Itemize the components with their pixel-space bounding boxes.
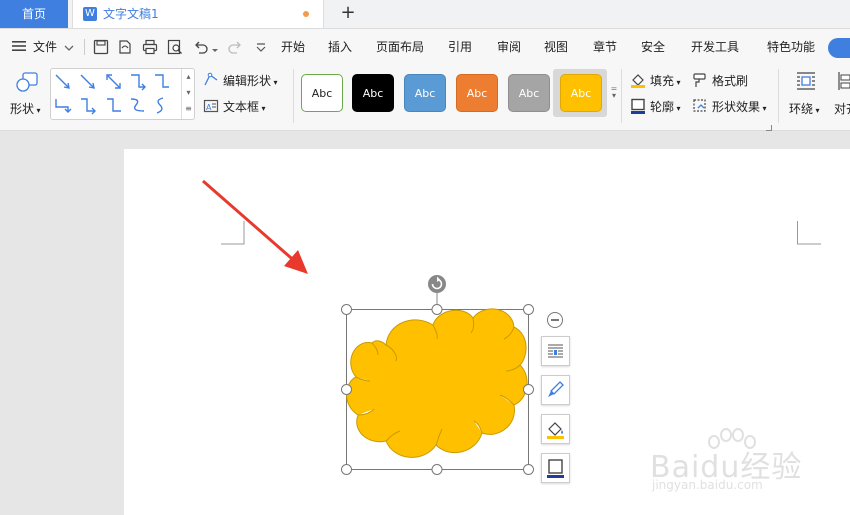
dialog-launcher-icon[interactable] — [766, 120, 772, 131]
shape-button[interactable]: 形状 ▾ — [10, 100, 41, 117]
more-styles-icon[interactable]: = ▾ — [609, 85, 619, 100]
dropdown-arrow-icon: ▾ — [271, 78, 278, 87]
resize-handle[interactable] — [523, 464, 534, 475]
layout-options-icon[interactable] — [541, 336, 570, 366]
writer-doc-icon: W — [83, 7, 97, 21]
shape-style-brush-icon[interactable] — [541, 375, 570, 405]
export-pdf-icon[interactable] — [117, 39, 133, 55]
menu-item-section[interactable]: 章节 — [593, 29, 617, 65]
edit-shape-icon[interactable] — [203, 72, 219, 88]
shape-style-swatch[interactable]: Abc — [404, 74, 446, 112]
undo-icon[interactable] — [193, 39, 209, 55]
divider — [778, 69, 779, 123]
file-menu[interactable]: 文件 — [33, 29, 57, 65]
save-icon[interactable] — [93, 39, 109, 55]
shape-style-swatch[interactable]: Abc — [456, 74, 498, 112]
cloud-body[interactable] — [346, 308, 528, 458]
drawing-tools-tab-button[interactable] — [828, 38, 850, 58]
outline-label: 轮廓 — [650, 100, 675, 114]
shape-effect-button[interactable]: 形状效果 ▾ — [712, 98, 767, 115]
divider — [621, 69, 622, 123]
resize-handle[interactable] — [431, 304, 443, 315]
shape-outline-icon[interactable] — [541, 453, 570, 483]
dropdown-arrow-icon: ▾ — [674, 78, 681, 87]
menu-item-view[interactable]: 视图 — [544, 29, 568, 65]
print-preview-icon[interactable] — [167, 39, 183, 55]
menu-item-developer[interactable]: 开发工具 — [691, 29, 739, 65]
fill-bucket-icon[interactable] — [630, 72, 646, 88]
shape-style-swatch[interactable]: Abc — [301, 74, 343, 112]
baidu-watermark-logo: Baidu经验 jingyan.baidu.com — [650, 428, 820, 498]
tab-document[interactable]: W 文字文稿1 — [72, 0, 324, 28]
menu-item-security[interactable]: 安全 — [641, 29, 665, 65]
resize-handle[interactable] — [431, 464, 443, 475]
svg-text:A: A — [206, 103, 212, 112]
collapse-toolbar-icon[interactable] — [546, 311, 564, 329]
resize-handle[interactable] — [523, 384, 534, 395]
fill-button[interactable]: 填充 ▾ — [650, 72, 681, 89]
shape-style-swatch-selected[interactable]: Abc — [560, 74, 602, 112]
resize-handle[interactable] — [341, 384, 352, 395]
resize-handle[interactable] — [341, 464, 352, 475]
gallery-scroll[interactable]: ▴ ▾ ≡ — [181, 69, 195, 119]
edit-shape-button[interactable]: 编辑形状 ▾ — [223, 72, 278, 89]
document-title: 文字文稿1 — [103, 7, 159, 21]
chevron-down-icon[interactable] — [64, 42, 74, 52]
text-wrap-icon[interactable] — [795, 70, 817, 92]
redo-icon[interactable] — [227, 39, 243, 55]
line-shape-gallery[interactable]: ▴ ▾ ≡ — [50, 68, 195, 120]
edit-shape-label: 编辑形状 — [223, 74, 272, 88]
divider — [84, 39, 85, 55]
align-button[interactable]: 对齐 — [834, 100, 850, 117]
textbox-label: 文本框 — [223, 100, 260, 114]
shape-icon[interactable] — [14, 71, 40, 93]
connector-lines-icon — [55, 74, 169, 115]
menu-item-page-layout[interactable]: 页面布局 — [376, 29, 424, 65]
wrap-button[interactable]: 环绕 ▾ — [789, 100, 820, 117]
menu-item-special-features[interactable]: 特色功能 — [767, 29, 815, 65]
customize-toolbar-icon[interactable] — [255, 41, 267, 53]
ribbon-toolbar: 形状 ▾ ▴ ▾ ≡ 编辑形状 ▾ A 文本框 ▾ Abc Abc Abc Ab… — [0, 63, 850, 131]
red-pointer-arrow — [200, 178, 312, 278]
format-painter-icon[interactable] — [692, 72, 708, 88]
dropdown-arrow-icon: ▾ — [34, 106, 41, 115]
undo-dropdown-icon[interactable] — [211, 44, 219, 52]
dropdown-arrow-icon: ▾ — [760, 104, 767, 113]
outline-button[interactable]: 轮廓 ▾ — [650, 98, 681, 115]
shape-label: 形状 — [10, 102, 35, 116]
dropdown-arrow-icon: ▾ — [259, 104, 266, 113]
new-tab-button[interactable]: + — [338, 3, 358, 23]
dropdown-arrow-icon: ▾ — [813, 106, 820, 115]
shape-fill-icon[interactable] — [541, 414, 570, 444]
rotate-handle-icon[interactable] — [428, 275, 446, 293]
menu-item-review[interactable]: 审阅 — [497, 29, 521, 65]
menu-item-references[interactable]: 引用 — [448, 29, 472, 65]
outline-icon[interactable] — [630, 98, 646, 114]
shape-effect-label: 形状效果 — [712, 100, 761, 114]
dropdown-arrow-icon: ▾ — [674, 104, 681, 113]
tab-home[interactable]: 首页 — [0, 0, 68, 28]
shape-style-swatch[interactable]: Abc — [508, 74, 550, 112]
unsaved-indicator-dot — [303, 11, 309, 17]
wrap-label: 环绕 — [789, 102, 814, 116]
tab-bar: 首页 W 文字文稿1 + — [0, 0, 850, 29]
margin-corner-mark — [797, 221, 821, 245]
print-icon[interactable] — [142, 39, 158, 55]
align-icon[interactable] — [837, 70, 850, 92]
watermark-url: jingyan.baidu.com — [652, 478, 763, 492]
menu-item-start[interactable]: 开始 — [281, 29, 305, 65]
shape-style-swatch[interactable]: Abc — [352, 74, 394, 112]
textbox-button[interactable]: 文本框 ▾ — [223, 98, 266, 115]
resize-handle[interactable] — [523, 304, 534, 315]
fill-label: 填充 — [650, 74, 675, 88]
menu-bar: 文件 开始 插入 页面布局 引用 审阅 视图 章节 安全 开发工具 特色功能 — [0, 29, 850, 63]
textbox-icon[interactable]: A — [203, 98, 219, 114]
shape-effect-icon[interactable] — [692, 98, 708, 114]
hamburger-menu-icon[interactable] — [12, 40, 26, 52]
cloud-shape[interactable] — [338, 273, 543, 478]
format-painter-button[interactable]: 格式刷 — [712, 72, 748, 89]
menu-item-insert[interactable]: 插入 — [328, 29, 352, 65]
resize-handle[interactable] — [341, 304, 352, 315]
divider — [293, 69, 294, 123]
